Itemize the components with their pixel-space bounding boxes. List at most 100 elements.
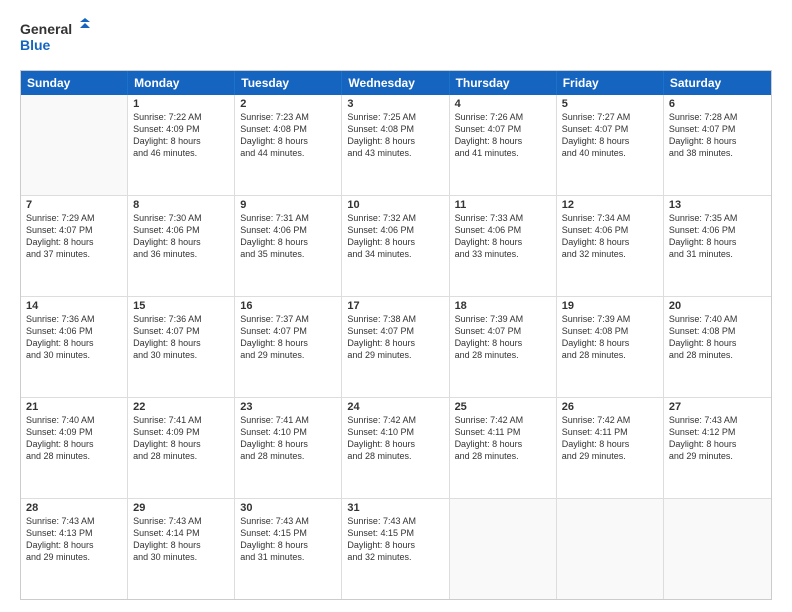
page-header: General Blue <box>20 18 772 60</box>
cell-info-line: and 36 minutes. <box>133 248 229 260</box>
cell-info-line: Daylight: 8 hours <box>455 337 551 349</box>
cell-info-line: Sunrise: 7:27 AM <box>562 111 658 123</box>
cell-info-line: Sunrise: 7:26 AM <box>455 111 551 123</box>
cal-header-day: Sunday <box>21 71 128 95</box>
cell-info-line: and 34 minutes. <box>347 248 443 260</box>
cell-info-line: Sunrise: 7:42 AM <box>562 414 658 426</box>
cell-info-line: Sunset: 4:07 PM <box>26 224 122 236</box>
cell-info-line: Sunrise: 7:39 AM <box>455 313 551 325</box>
cell-info-line: Daylight: 8 hours <box>455 236 551 248</box>
calendar-cell: 9Sunrise: 7:31 AMSunset: 4:06 PMDaylight… <box>235 196 342 296</box>
cell-info-line: Daylight: 8 hours <box>669 135 766 147</box>
cell-info-line: and 33 minutes. <box>455 248 551 260</box>
cell-info-line: Sunrise: 7:39 AM <box>562 313 658 325</box>
cell-info-line: Sunset: 4:07 PM <box>240 325 336 337</box>
calendar: SundayMondayTuesdayWednesdayThursdayFrid… <box>20 70 772 600</box>
day-number: 7 <box>26 199 122 211</box>
calendar-cell: 31Sunrise: 7:43 AMSunset: 4:15 PMDayligh… <box>342 499 449 599</box>
calendar-cell: 24Sunrise: 7:42 AMSunset: 4:10 PMDayligh… <box>342 398 449 498</box>
cell-info-line: Sunrise: 7:35 AM <box>669 212 766 224</box>
calendar-cell: 12Sunrise: 7:34 AMSunset: 4:06 PMDayligh… <box>557 196 664 296</box>
calendar-cell: 7Sunrise: 7:29 AMSunset: 4:07 PMDaylight… <box>21 196 128 296</box>
svg-text:Blue: Blue <box>20 37 51 53</box>
cell-info-line: Daylight: 8 hours <box>26 539 122 551</box>
calendar-cell: 17Sunrise: 7:38 AMSunset: 4:07 PMDayligh… <box>342 297 449 397</box>
cell-info-line: Daylight: 8 hours <box>26 438 122 450</box>
calendar-cell: 26Sunrise: 7:42 AMSunset: 4:11 PMDayligh… <box>557 398 664 498</box>
cell-info-line: and 43 minutes. <box>347 147 443 159</box>
cell-info-line: Sunset: 4:15 PM <box>240 527 336 539</box>
cell-info-line: Daylight: 8 hours <box>240 135 336 147</box>
cell-info-line: Daylight: 8 hours <box>240 539 336 551</box>
cell-info-line: and 31 minutes. <box>669 248 766 260</box>
cell-info-line: Daylight: 8 hours <box>669 438 766 450</box>
day-number: 8 <box>133 199 229 211</box>
calendar-cell: 8Sunrise: 7:30 AMSunset: 4:06 PMDaylight… <box>128 196 235 296</box>
cell-info-line: Sunset: 4:06 PM <box>133 224 229 236</box>
day-number: 19 <box>562 300 658 312</box>
cell-info-line: and 32 minutes. <box>562 248 658 260</box>
day-number: 17 <box>347 300 443 312</box>
calendar-cell: 4Sunrise: 7:26 AMSunset: 4:07 PMDaylight… <box>450 95 557 195</box>
cell-info-line: Daylight: 8 hours <box>240 236 336 248</box>
cell-info-line: and 38 minutes. <box>669 147 766 159</box>
cell-info-line: Daylight: 8 hours <box>347 236 443 248</box>
svg-text:General: General <box>20 21 72 37</box>
calendar-cell: 30Sunrise: 7:43 AMSunset: 4:15 PMDayligh… <box>235 499 342 599</box>
day-number: 20 <box>669 300 766 312</box>
cell-info-line: Daylight: 8 hours <box>562 236 658 248</box>
day-number: 30 <box>240 502 336 514</box>
cell-info-line: Sunset: 4:11 PM <box>455 426 551 438</box>
calendar-cell: 6Sunrise: 7:28 AMSunset: 4:07 PMDaylight… <box>664 95 771 195</box>
day-number: 2 <box>240 98 336 110</box>
calendar-cell: 20Sunrise: 7:40 AMSunset: 4:08 PMDayligh… <box>664 297 771 397</box>
calendar-cell <box>557 499 664 599</box>
cell-info-line: Daylight: 8 hours <box>562 438 658 450</box>
cell-info-line: and 28 minutes. <box>455 349 551 361</box>
cell-info-line: Sunset: 4:15 PM <box>347 527 443 539</box>
calendar-cell: 1Sunrise: 7:22 AMSunset: 4:09 PMDaylight… <box>128 95 235 195</box>
calendar-cell: 25Sunrise: 7:42 AMSunset: 4:11 PMDayligh… <box>450 398 557 498</box>
cell-info-line: Sunrise: 7:43 AM <box>669 414 766 426</box>
cell-info-line: Daylight: 8 hours <box>133 135 229 147</box>
day-number: 9 <box>240 199 336 211</box>
day-number: 3 <box>347 98 443 110</box>
cell-info-line: Sunset: 4:06 PM <box>26 325 122 337</box>
cell-info-line: and 28 minutes. <box>455 450 551 462</box>
day-number: 1 <box>133 98 229 110</box>
cell-info-line: Sunset: 4:13 PM <box>26 527 122 539</box>
calendar-header-row: SundayMondayTuesdayWednesdayThursdayFrid… <box>21 71 771 95</box>
calendar-cell: 27Sunrise: 7:43 AMSunset: 4:12 PMDayligh… <box>664 398 771 498</box>
cell-info-line: Sunset: 4:09 PM <box>133 426 229 438</box>
cell-info-line: Sunrise: 7:33 AM <box>455 212 551 224</box>
cell-info-line: Sunset: 4:06 PM <box>455 224 551 236</box>
cell-info-line: Sunrise: 7:43 AM <box>347 515 443 527</box>
day-number: 4 <box>455 98 551 110</box>
cell-info-line: Sunrise: 7:23 AM <box>240 111 336 123</box>
cell-info-line: Sunrise: 7:41 AM <box>240 414 336 426</box>
cell-info-line: and 44 minutes. <box>240 147 336 159</box>
day-number: 12 <box>562 199 658 211</box>
day-number: 29 <box>133 502 229 514</box>
cell-info-line: Sunrise: 7:43 AM <box>240 515 336 527</box>
cell-info-line: and 30 minutes. <box>133 551 229 563</box>
cell-info-line: Daylight: 8 hours <box>133 539 229 551</box>
cal-header-day: Thursday <box>450 71 557 95</box>
cell-info-line: Sunset: 4:09 PM <box>133 123 229 135</box>
cell-info-line: and 28 minutes. <box>669 349 766 361</box>
calendar-cell: 19Sunrise: 7:39 AMSunset: 4:08 PMDayligh… <box>557 297 664 397</box>
cell-info-line: Sunrise: 7:40 AM <box>26 414 122 426</box>
cell-info-line: Daylight: 8 hours <box>347 135 443 147</box>
calendar-cell: 21Sunrise: 7:40 AMSunset: 4:09 PMDayligh… <box>21 398 128 498</box>
cal-header-day: Friday <box>557 71 664 95</box>
cell-info-line: and 40 minutes. <box>562 147 658 159</box>
calendar-week-4: 21Sunrise: 7:40 AMSunset: 4:09 PMDayligh… <box>21 398 771 499</box>
day-number: 18 <box>455 300 551 312</box>
cell-info-line: and 29 minutes. <box>347 349 443 361</box>
day-number: 26 <box>562 401 658 413</box>
cell-info-line: Sunrise: 7:30 AM <box>133 212 229 224</box>
cal-header-day: Monday <box>128 71 235 95</box>
cell-info-line: Daylight: 8 hours <box>347 438 443 450</box>
cell-info-line: Daylight: 8 hours <box>26 337 122 349</box>
calendar-cell: 16Sunrise: 7:37 AMSunset: 4:07 PMDayligh… <box>235 297 342 397</box>
